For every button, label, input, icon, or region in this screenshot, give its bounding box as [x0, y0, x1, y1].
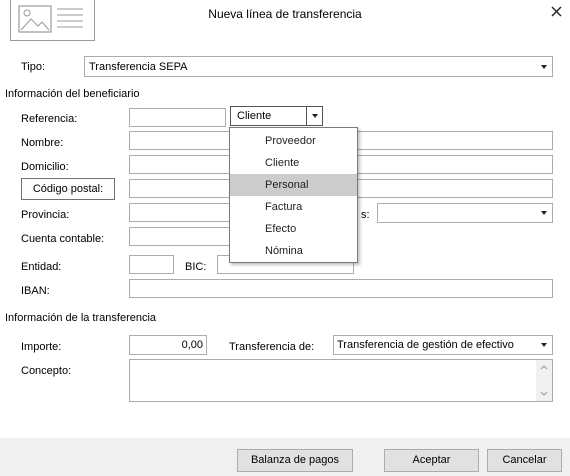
importe-label: Importe: — [21, 341, 62, 353]
select-divider — [306, 107, 307, 125]
referencia-input[interactable] — [129, 108, 226, 127]
iban-label: IBAN: — [21, 285, 50, 297]
transferencia-section-title: Información de la transferencia — [5, 312, 157, 324]
scroll-arrows-icon — [540, 365, 548, 396]
cuenta-contable-label: Cuenta contable: — [21, 233, 105, 245]
nombre-label: Nombre: — [21, 137, 64, 149]
entidad-input[interactable] — [129, 255, 174, 274]
dropdown-option-efecto[interactable]: Efecto — [230, 218, 357, 240]
referencia-tipo-value: Cliente — [237, 110, 272, 122]
provincia-label: Provincia: — [21, 209, 70, 221]
iban-input[interactable] — [129, 279, 553, 298]
codigo-postal-button[interactable]: Código postal: — [21, 178, 115, 200]
transferencia-de-select[interactable]: Transferencia de gestión de efectivo — [333, 335, 553, 355]
dropdown-option-factura[interactable]: Factura — [230, 196, 357, 218]
transferencia-de-value: Transferencia de gestión de efectivo — [337, 339, 514, 351]
referencia-label: Referencia: — [21, 113, 78, 125]
chevron-down-icon — [541, 211, 547, 215]
transferencia-de-label: Transferencia de: — [229, 341, 315, 353]
referencia-tipo-select[interactable]: Cliente — [230, 106, 323, 126]
tipo-select-value: Transferencia SEPA — [89, 61, 188, 73]
referencia-tipo-dropdown: Proveedor Cliente Personal Factura Efecto Nóm… — [229, 127, 358, 263]
dropdown-option-nomina[interactable]: Nómina — [230, 240, 357, 262]
concepto-scrollbar[interactable] — [536, 360, 552, 401]
entidad-label: Entidad: — [21, 261, 62, 273]
importe-input[interactable]: 0,00 — [129, 335, 207, 355]
chevron-down-icon — [312, 114, 318, 118]
tipo-label: Tipo: — [21, 61, 46, 73]
domicilio-label: Domicilio: — [21, 161, 69, 173]
dropdown-option-cliente[interactable]: Cliente — [230, 152, 357, 174]
concepto-textarea[interactable] — [129, 359, 553, 402]
dropdown-option-personal[interactable]: Personal — [230, 174, 357, 196]
aceptar-button[interactable]: Aceptar — [384, 449, 479, 472]
concepto-label: Concepto: — [21, 365, 72, 377]
dropdown-option-proveedor[interactable]: Proveedor — [230, 130, 357, 152]
importe-value: 0,00 — [181, 339, 203, 351]
close-icon[interactable] — [549, 4, 565, 20]
dialog-title: Nueva línea de transferencia — [208, 7, 362, 21]
pais-label: s: — [361, 209, 370, 221]
tipo-select[interactable]: Transferencia SEPA — [84, 56, 553, 77]
bic-label: BIC: — [185, 261, 207, 273]
beneficiario-section-title: Información del beneficiario — [5, 88, 140, 100]
pais-select[interactable] — [377, 203, 553, 223]
chevron-down-icon — [541, 65, 547, 69]
chevron-down-icon — [541, 343, 547, 347]
cancelar-button[interactable]: Cancelar — [487, 449, 562, 472]
balanza-de-pagos-button[interactable]: Balanza de pagos — [237, 449, 353, 472]
